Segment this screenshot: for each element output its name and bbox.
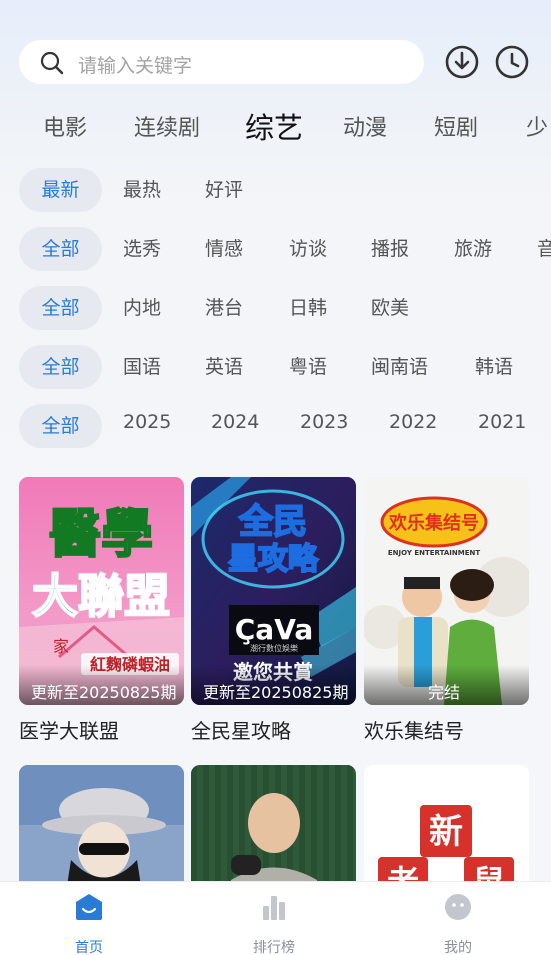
filter-chip[interactable]: 2024 [211, 404, 259, 444]
filter-chip[interactable]: 内地 [123, 286, 161, 330]
filter-chip-selected[interactable]: 全部 [19, 345, 102, 389]
nav-home-label: 首页 [75, 940, 103, 955]
nav-home[interactable]: 首页 [49, 892, 129, 955]
poster-logo-sub: 潮行數位娛樂 [250, 643, 298, 653]
history-clock-icon[interactable] [494, 44, 530, 80]
filter-chip-selected[interactable]: 最新 [19, 168, 102, 212]
tab-kids[interactable]: 少 [526, 110, 548, 142]
poster-title-line2: 大聯盟 [32, 569, 170, 623]
filter-chip[interactable]: 韩语 [475, 345, 513, 389]
profile-face-icon [445, 894, 471, 920]
filter-chip[interactable]: 访谈 [289, 227, 327, 271]
filter-chip[interactable]: 闽南语 [371, 345, 428, 389]
ranking-bars-icon [263, 896, 285, 920]
filter-chip[interactable]: 选秀 [123, 227, 161, 271]
filter-chip[interactable]: 欧美 [371, 286, 409, 330]
top-bar: 请输入关键字 [0, 0, 551, 100]
search-placeholder: 请输入关键字 [78, 55, 193, 77]
filter-chip-selected[interactable]: 全部 [19, 286, 102, 330]
episode-status: 更新至20250825期 [19, 665, 184, 705]
show-poster: 欢乐集结号 ENJOY ENTERTAINMENT 完结 [364, 477, 529, 705]
episode-status: 完结 [364, 665, 529, 705]
filter-chip[interactable]: 音 [537, 227, 551, 271]
tab-short-drama[interactable]: 短剧 [434, 110, 478, 142]
filter-chip[interactable]: 国语 [123, 345, 161, 389]
filter-row-language: 全部 国语 英语 粤语 闽南语 韩语 [0, 345, 551, 391]
filter-chip[interactable]: 最热 [123, 168, 161, 212]
show-card[interactable]: 欢乐集结号 ENJOY ENTERTAINMENT 完结 欢乐集结号 [364, 477, 529, 744]
filter-chip[interactable]: 港台 [205, 286, 243, 330]
tab-movie[interactable]: 电影 [43, 110, 87, 142]
category-tabs: 电影 连续剧 综艺 动漫 短剧 少 [0, 100, 551, 152]
home-icon [76, 894, 102, 920]
poster-char-1: 新 [429, 812, 463, 852]
filter-chip[interactable]: 旅游 [454, 227, 492, 271]
show-card[interactable]: 全民 星攻略 ÇaVa 潮行數位娛樂 邀您共賞 更新至20250825期 全民星… [191, 477, 356, 744]
poster-title-line1: 全民 [238, 502, 307, 542]
filter-chip[interactable]: 播报 [371, 227, 409, 271]
filter-row-sort: 最新 最热 好评 [0, 168, 551, 214]
download-icon[interactable] [444, 44, 480, 80]
poster-title-line1: 醫學 [49, 505, 153, 565]
filter-chip[interactable]: 好评 [205, 168, 243, 212]
poster-title: 欢乐集结号 [388, 512, 479, 534]
filter-chip-selected[interactable]: 全部 [19, 404, 102, 448]
filter-chip[interactable]: 情感 [205, 227, 243, 271]
tab-series[interactable]: 连续剧 [134, 110, 200, 142]
filter-row-region: 全部 内地 港台 日韩 欧美 [0, 286, 551, 332]
nav-ranking[interactable]: 排行榜 [234, 892, 314, 955]
bottom-nav: 首页 排行榜 我的 [0, 881, 551, 955]
filter-chip[interactable]: 2025 [123, 404, 171, 444]
show-poster: 醫學 大聯盟 紅麴磷蝦油 家 更新至20250825期 [19, 477, 184, 705]
filter-row-year: 全部 2025 2024 2023 2022 2021 [0, 404, 551, 450]
poster-title-line2: 星攻略 [228, 542, 319, 577]
poster-home-char: 家 [53, 637, 69, 656]
tab-anime[interactable]: 动漫 [343, 110, 387, 142]
show-title: 医学大联盟 [19, 719, 119, 743]
filter-chip-selected[interactable]: 全部 [19, 227, 102, 271]
show-title: 全民星攻略 [191, 719, 291, 743]
search-bar[interactable]: 请输入关键字 [19, 40, 424, 84]
nav-ranking-label: 排行榜 [253, 940, 295, 955]
show-title: 欢乐集结号 [364, 719, 464, 743]
filter-chip[interactable]: 2022 [389, 404, 437, 444]
filter-chip[interactable]: 英语 [205, 345, 243, 389]
show-card[interactable]: 醫學 大聯盟 紅麴磷蝦油 家 更新至20250825期 医学大联盟 [19, 477, 184, 744]
filter-chip[interactable]: 2023 [300, 404, 348, 444]
episode-status: 更新至20250825期 [191, 665, 356, 705]
poster-logo: ÇaVa [235, 613, 313, 646]
filter-row-genre: 全部 选秀 情感 访谈 播报 旅游 音 [0, 227, 551, 273]
show-poster: 全民 星攻略 ÇaVa 潮行數位娛樂 邀您共賞 更新至20250825期 [191, 477, 356, 705]
poster-sub: ENJOY ENTERTAINMENT [388, 549, 480, 557]
filter-chip[interactable]: 2021 [478, 404, 526, 444]
nav-profile[interactable]: 我的 [418, 892, 498, 955]
tab-variety[interactable]: 综艺 [245, 105, 303, 147]
search-icon [40, 51, 64, 75]
nav-profile-label: 我的 [444, 940, 472, 955]
filter-chip[interactable]: 粤语 [289, 345, 327, 389]
filter-chip[interactable]: 日韩 [289, 286, 327, 330]
